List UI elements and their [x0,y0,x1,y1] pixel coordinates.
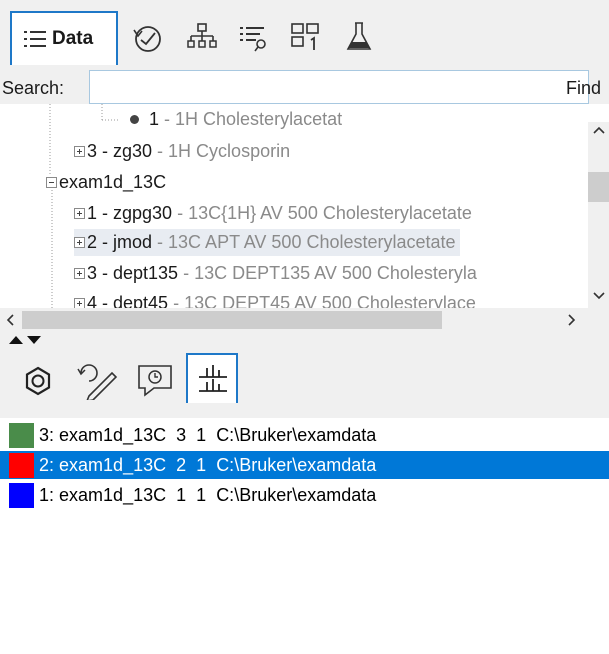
tree-item-selected[interactable]: 2 - jmod - 13C APT AV 500 Cholesterylace… [74,229,460,256]
tree-item[interactable]: 1 - zgpg30 - 13C{1H} AV 500 Cholesteryla… [74,200,472,227]
tree-item[interactable]: 1 - 1H Cholesterylacetat [130,106,342,133]
hierarchy-icon[interactable] [187,20,217,56]
scroll-right-icon[interactable] [566,313,578,327]
filter-list-icon[interactable] [238,20,270,56]
vertical-scroll-thumb[interactable] [588,172,609,202]
expand-icon[interactable] [74,237,85,248]
color-swatch[interactable] [9,422,34,448]
expand-icon[interactable] [74,146,85,157]
search-input[interactable] [89,70,589,104]
tab-data-label: Data [52,28,94,49]
horizontal-scroll-thumb[interactable] [22,311,442,329]
dataset-row-selected[interactable]: 2: exam1d_13C 2 1 C:\Bruker\examdata [0,451,609,479]
structure-icon[interactable] [22,365,54,397]
dataset-list[interactable]: 3: exam1d_13C 3 1 C:\Bruker\examdata 2: … [0,418,609,654]
scroll-left-icon[interactable] [4,313,16,327]
layout-1-icon[interactable] [290,20,324,56]
grid-layout-icon [199,365,227,392]
color-swatch[interactable] [9,452,34,478]
pane-splitter[interactable] [0,332,609,351]
scroll-down-icon[interactable] [592,290,606,302]
flask-icon[interactable] [344,20,374,56]
vertical-scrollbar[interactable] [588,122,609,308]
tab-data[interactable]: Data [10,11,118,65]
tree-item[interactable]: exam1d_13C [46,169,166,196]
tree-item[interactable]: 3 - dept135 - 13C DEPT135 AV 500 Cholest… [74,260,477,287]
search-label: Search: [2,78,65,98]
splitter-arrows-icon[interactable] [8,334,48,346]
tree-item[interactable]: 4 - dept45 - 13C DEPT45 AV 500 Cholester… [74,290,476,308]
history-icon[interactable] [132,20,164,56]
list-icon [24,31,46,47]
comment-history-icon[interactable] [136,362,176,398]
collapse-icon[interactable] [46,177,57,188]
scroll-up-icon[interactable] [592,124,606,136]
dataset-row[interactable]: 3: exam1d_13C 3 1 C:\Bruker\examdata [0,421,609,449]
tree-view[interactable]: 1 - 1H Cholesterylacetat 3 - zg30 - 1H C… [0,104,609,308]
expand-icon[interactable] [74,268,85,279]
color-swatch[interactable] [9,482,34,508]
bullet-icon [130,115,139,124]
find-button[interactable]: Find [566,78,601,99]
tree-item[interactable]: 3 - zg30 - 1H Cyclosporin [74,138,290,165]
expand-icon[interactable] [74,208,85,219]
dataset-row[interactable]: 1: exam1d_13C 1 1 C:\Bruker\examdata [0,481,609,509]
expand-icon[interactable] [74,298,85,308]
edit-history-icon[interactable] [76,360,120,400]
